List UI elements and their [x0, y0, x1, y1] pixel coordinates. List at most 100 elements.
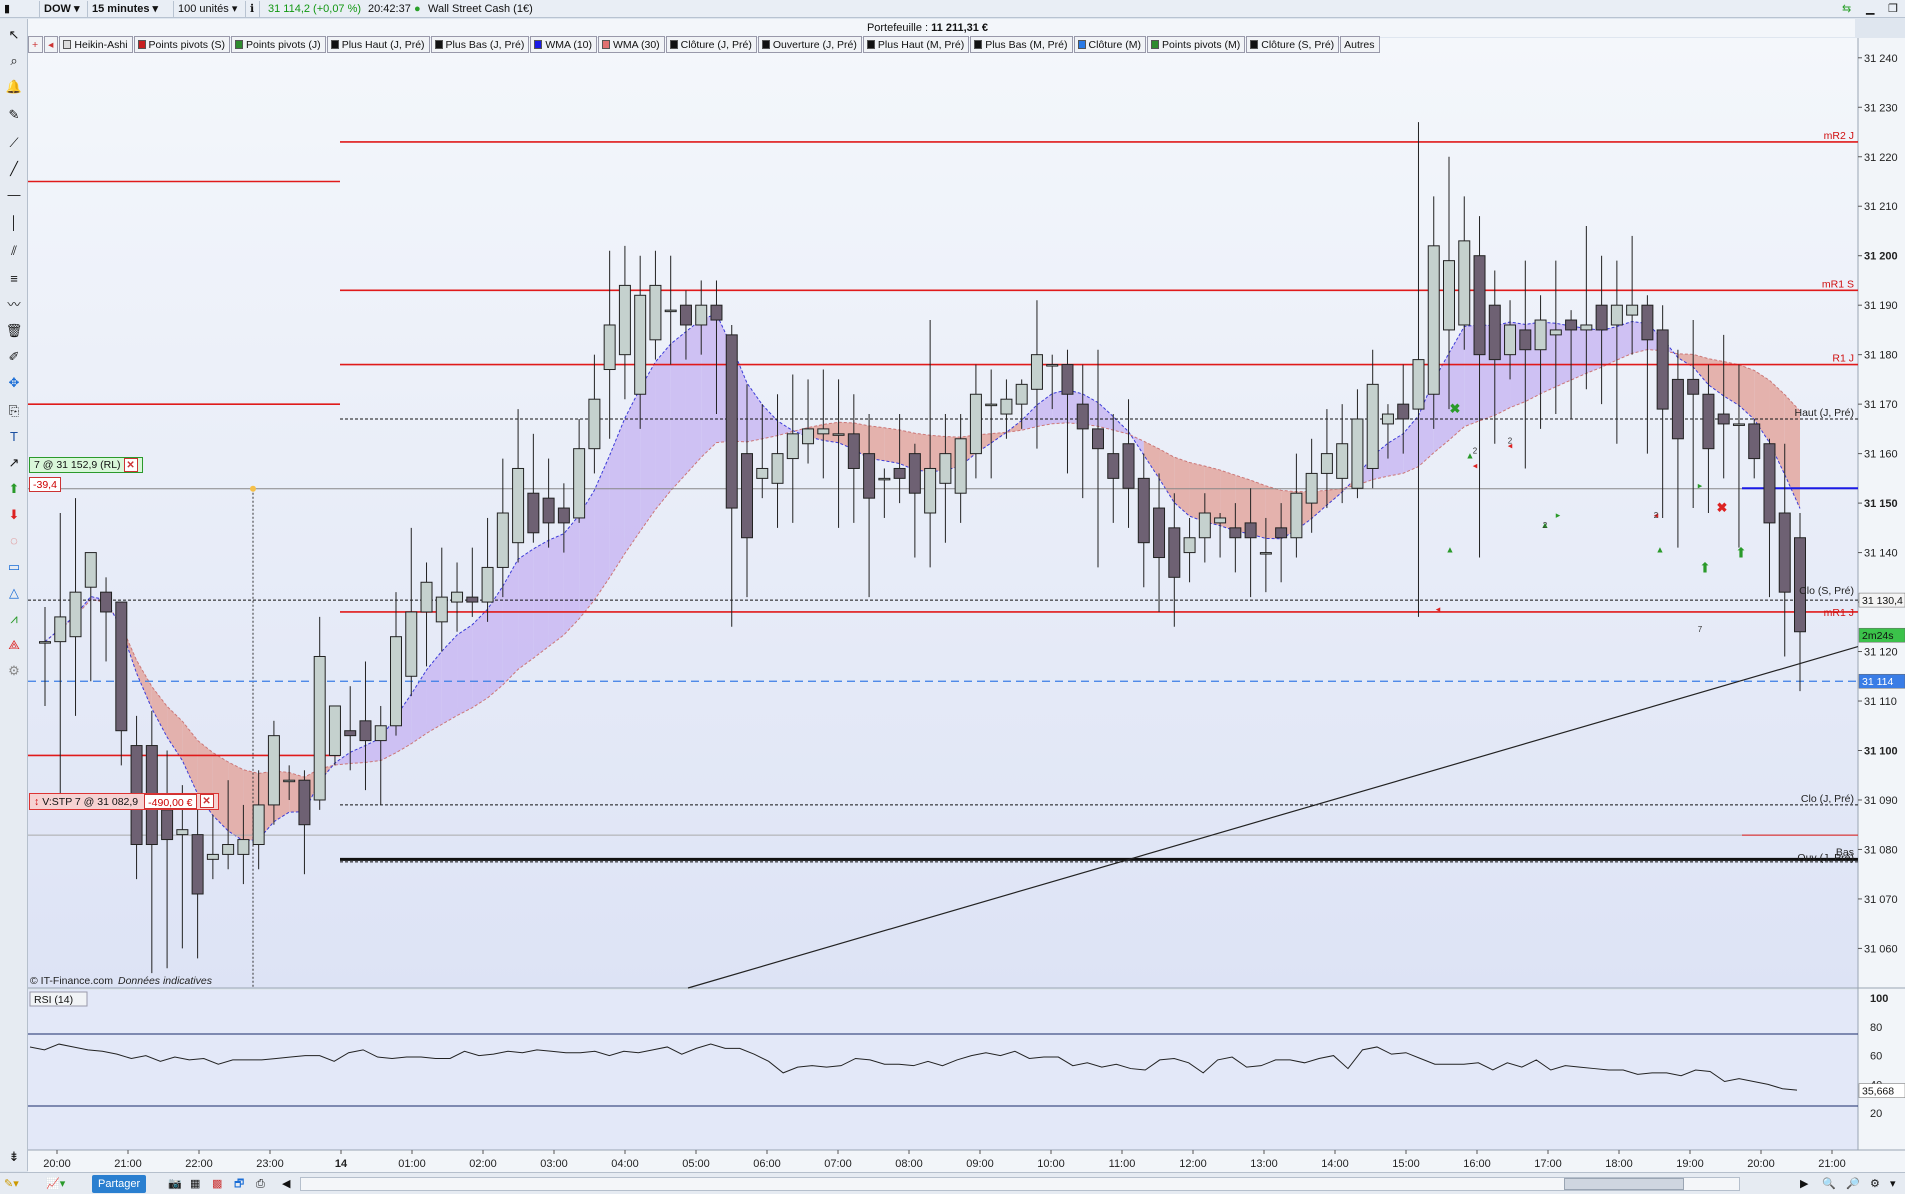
symbol-select[interactable]: DOW ▾: [40, 1, 88, 17]
order-tag[interactable]: 7 @ 31 152,9 (RL) ✕: [29, 457, 143, 473]
menu-icon[interactable]: ▾: [1890, 1175, 1896, 1193]
screenshot-icon[interactable]: 📷: [168, 1175, 182, 1193]
add-indicator-button[interactable]: +: [28, 36, 44, 53]
indicator-5[interactable]: WMA (10): [530, 36, 597, 53]
indicator-3[interactable]: Plus Haut (J, Pré): [326, 36, 430, 53]
wma-ribbon-segment: [457, 624, 473, 716]
indicator-4[interactable]: Plus Bas (J, Pré): [430, 36, 530, 53]
ruler-icon[interactable]: ✎: [4, 105, 24, 125]
zoom-out-icon[interactable]: 🔍: [1822, 1175, 1836, 1193]
arrow-up-icon[interactable]: ⬆: [4, 479, 24, 499]
window-icon-2[interactable]: 🗗: [234, 1175, 244, 1193]
candle-body: [771, 453, 784, 484]
scrollbar-thumb[interactable]: [1564, 1178, 1684, 1190]
candle-body: [237, 839, 250, 855]
line-icon[interactable]: ╱: [4, 159, 24, 179]
candle-body: [832, 433, 845, 436]
indicator-14[interactable]: Autres: [1340, 36, 1380, 53]
arrow-icon[interactable]: ↗: [4, 453, 24, 473]
candle-body: [1061, 364, 1074, 395]
expand-icon[interactable]: ⇟: [4, 1147, 24, 1167]
text-icon[interactable]: T: [4, 427, 24, 447]
move-icon[interactable]: ✥: [4, 373, 24, 393]
indicator-8[interactable]: Ouverture (J, Pré): [757, 36, 862, 53]
timeframe-select[interactable]: 15 minutes ▾: [88, 1, 174, 17]
fibo-icon[interactable]: ≡: [4, 269, 24, 289]
level-label: Haut (J, Pré): [1794, 407, 1854, 419]
chart-type-icon[interactable]: 📈▾: [46, 1175, 65, 1193]
y-tick-label: 31 190: [1864, 300, 1898, 312]
close-order-icon[interactable]: ✕: [123, 458, 138, 472]
settings-icon[interactable]: ⚙: [4, 661, 24, 681]
candle-body: [1763, 443, 1776, 524]
time-scrollbar[interactable]: [300, 1177, 1740, 1191]
window-icon[interactable]: ▮: [0, 1, 40, 17]
x-tick-label: 04:00: [611, 1158, 639, 1170]
rsi-tick-label: 20: [1870, 1108, 1882, 1120]
rsi-tick-label: 80: [1870, 1022, 1882, 1034]
indicator-1[interactable]: Points pivots (S): [133, 36, 230, 53]
indicator-9[interactable]: Plus Haut (M, Pré): [862, 36, 970, 53]
candle-body: [679, 304, 692, 326]
grid-icon[interactable]: ▩: [212, 1175, 222, 1193]
segment-icon[interactable]: ⟋: [4, 133, 24, 153]
candle-body: [1168, 527, 1181, 578]
arrow-down-icon[interactable]: ⬇: [4, 505, 24, 525]
candle-body: [542, 497, 555, 524]
pencil-icon[interactable]: ✐: [4, 347, 24, 367]
trash-icon[interactable]: 🗑: [4, 321, 24, 341]
stop-tag[interactable]: ↕ V:STP 7 @ 31 082,9 -490,00 € ✕: [29, 793, 219, 810]
indicator-12[interactable]: Points pivots (M): [1147, 36, 1246, 53]
drag-icon[interactable]: ↕: [34, 794, 39, 809]
indicator-6[interactable]: WMA (30): [598, 36, 665, 53]
draw-icon[interactable]: ✎▾: [4, 1175, 19, 1193]
quantity-select[interactable]: 100 unités ▾: [174, 1, 246, 17]
channel-icon[interactable]: ⫽: [4, 241, 24, 261]
candle-body: [1290, 492, 1303, 539]
info-icon[interactable]: ℹ: [246, 1, 260, 17]
candle-body: [267, 735, 280, 806]
indicator-bar: + ◂ Heikin-Ashi Points pivots (S) Points p…: [28, 36, 1381, 54]
x-tick-label: 22:00: [185, 1158, 213, 1170]
rsi-tick-label: 100: [1870, 993, 1888, 1005]
indicator-2[interactable]: Points pivots (J): [230, 36, 326, 53]
y-tick-label: 31 090: [1864, 795, 1898, 807]
x-tick-label: 14:00: [1321, 1158, 1349, 1170]
scroll-right-icon[interactable]: ▶: [1800, 1175, 1808, 1193]
share-button[interactable]: Partager: [92, 1175, 147, 1193]
indicator-13[interactable]: Clôture (S, Pré): [1246, 36, 1340, 53]
price-chart[interactable]: mR2 J mR1 S R1 J Haut (J, Pré) Clo (S, Pré) m…: [0, 0, 1905, 1194]
indicator-label: Clôture (J, Pré): [680, 38, 752, 51]
indicator-10[interactable]: Plus Bas (M, Pré): [970, 36, 1073, 53]
minimize-icon[interactable]: ▁: [1862, 1, 1882, 17]
copy-icon[interactable]: ⎘: [4, 401, 24, 421]
candle-body: [863, 453, 876, 499]
remove-indicator-button[interactable]: ◂: [44, 36, 59, 53]
indicator-7[interactable]: Clôture (J, Pré): [665, 36, 757, 53]
indicator-0[interactable]: Heikin-Ashi: [59, 36, 133, 53]
triangle-icon[interactable]: △: [4, 583, 24, 603]
restore-icon[interactable]: ❐: [1884, 1, 1904, 17]
trend-icon[interactable]: 〰: [4, 295, 24, 315]
pattern-icon[interactable]: ⩘: [4, 609, 24, 629]
zoom-in-icon[interactable]: 🔎: [1846, 1175, 1860, 1193]
candle-body: [1732, 423, 1745, 426]
candle-body: [1366, 383, 1379, 469]
cursor-icon[interactable]: ↖: [4, 25, 24, 45]
candle-body: [786, 433, 799, 460]
print-icon[interactable]: ⎙: [256, 1175, 265, 1193]
gann-icon[interactable]: ⟁: [4, 635, 24, 655]
ellipse-icon[interactable]: ◌: [4, 531, 24, 551]
indicator-11[interactable]: Clôture (M): [1073, 36, 1147, 53]
alert-icon[interactable]: 🔔: [4, 77, 24, 97]
zoom-icon[interactable]: ⌕: [4, 51, 24, 71]
calc-icon[interactable]: ▦: [190, 1175, 200, 1193]
sync-icon[interactable]: ⇆: [1838, 1, 1858, 17]
x-tick-label: 11:00: [1109, 1158, 1136, 1170]
scroll-left-icon[interactable]: ◀: [282, 1175, 290, 1193]
chart-settings-icon[interactable]: ⚙: [1870, 1175, 1880, 1193]
rectangle-icon[interactable]: ▭: [4, 557, 24, 577]
hline-icon[interactable]: —: [4, 185, 24, 205]
vline-icon[interactable]: │: [4, 213, 24, 233]
close-stop-icon[interactable]: ✕: [199, 794, 214, 808]
